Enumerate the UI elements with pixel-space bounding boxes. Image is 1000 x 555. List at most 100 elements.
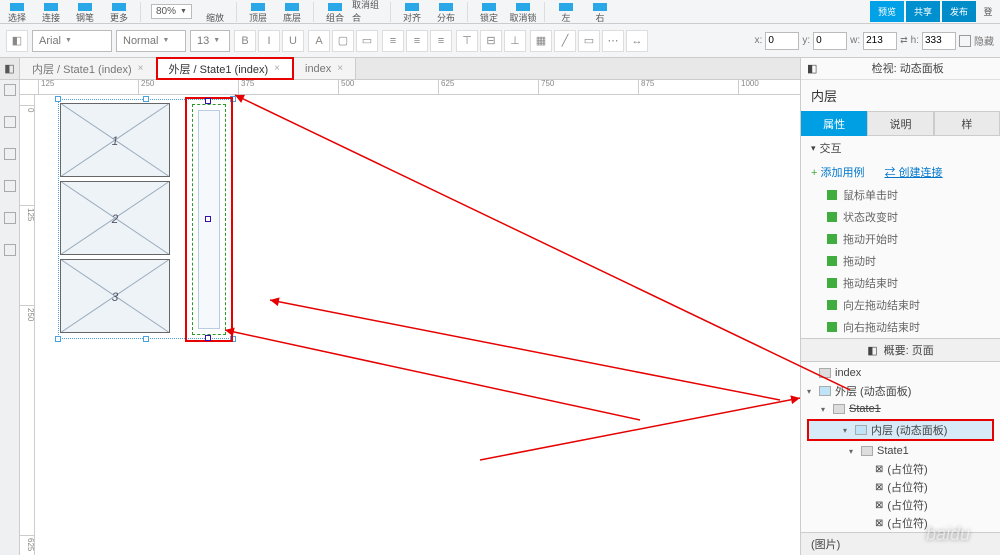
- selected-panel-highlight[interactable]: [185, 97, 233, 342]
- login-button[interactable]: 登: [976, 5, 1000, 18]
- ribbon-底层[interactable]: 底层: [275, 0, 309, 24]
- inspector-tab-样[interactable]: 样: [934, 111, 1000, 137]
- tool-icon[interactable]: [4, 212, 16, 224]
- align-right-button[interactable]: ≡: [430, 30, 452, 52]
- font-size-dropdown[interactable]: 13▼: [190, 30, 230, 52]
- close-icon[interactable]: ×: [138, 63, 144, 74]
- line-button[interactable]: ╱: [554, 30, 576, 52]
- inspector-header: ◧检视: 动态面板: [801, 58, 1000, 80]
- event-icon: [827, 300, 837, 310]
- widget-name[interactable]: 内层: [801, 80, 1000, 111]
- border-button[interactable]: ▭: [578, 30, 600, 52]
- hidden-checkbox[interactable]: [959, 35, 971, 47]
- ribbon-toolbar: 选择连接钢笔更多80%▼缩放顶层底层组合取消组合对齐分布锁定取消锁左右 预览共享…: [0, 0, 1000, 24]
- event-icon: [827, 256, 837, 266]
- tool-icon[interactable]: [4, 244, 16, 256]
- left-tool-column: [0, 80, 20, 555]
- ribbon-分布[interactable]: 分布: [429, 0, 463, 24]
- outline-header: ◧概要: 页面: [801, 338, 1000, 362]
- font-family-dropdown[interactable]: Arial▼: [32, 30, 112, 52]
- placeholder-widget[interactable]: 1: [60, 103, 170, 177]
- close-icon[interactable]: ×: [274, 63, 280, 74]
- tree-node[interactable]: ⊠(占位符): [801, 514, 1000, 532]
- ribbon-钢笔[interactable]: 钢笔: [68, 0, 102, 24]
- format-bar: ◧ Arial▼ Normal▼ 13▼ B I U A ▢ ▭ ≡ ≡ ≡ ⊤…: [0, 24, 1000, 58]
- event-向右拖动结束时[interactable]: 向右拖动结束时: [801, 316, 1000, 338]
- outline-bottom: (图片): [801, 532, 1000, 555]
- tree-node[interactable]: ▾State1: [801, 442, 1000, 460]
- fill-button[interactable]: ▦: [530, 30, 552, 52]
- create-link-link[interactable]: ⇄ 创建连接: [884, 164, 942, 180]
- svg-text:3: 3: [112, 291, 119, 304]
- tool-icon[interactable]: [4, 116, 16, 128]
- tree-node[interactable]: ⊠(占位符): [801, 478, 1000, 496]
- event-状态改变时[interactable]: 状态改变时: [801, 206, 1000, 228]
- watermark: baidu: [926, 524, 970, 545]
- ribbon-组合[interactable]: 组合: [318, 0, 352, 24]
- x-input[interactable]: [765, 32, 799, 50]
- panel-toggle-icon[interactable]: ◧: [6, 30, 28, 52]
- document-tab[interactable]: 内层 / State1 (index)×: [20, 58, 157, 79]
- ribbon-选择[interactable]: 选择: [0, 0, 34, 24]
- document-tab[interactable]: 外层 / State1 (index)×: [157, 58, 294, 79]
- document-tab[interactable]: index×: [293, 58, 356, 79]
- tool-icon[interactable]: [4, 84, 16, 96]
- ribbon-连接[interactable]: 连接: [34, 0, 68, 24]
- ops-button[interactable]: ⋯: [602, 30, 624, 52]
- tree-node[interactable]: ▾State1: [801, 400, 1000, 418]
- event-拖动时[interactable]: 拖动时: [801, 250, 1000, 272]
- tree-node[interactable]: ⊠(占位符): [801, 496, 1000, 514]
- tree-node[interactable]: ▾内层 (动态面板): [809, 421, 992, 439]
- align-center-button[interactable]: ≡: [406, 30, 428, 52]
- valign-top-button[interactable]: ⊤: [456, 30, 478, 52]
- arrow-button[interactable]: ↔: [626, 30, 648, 52]
- ribbon-锁定[interactable]: 锁定: [472, 0, 506, 24]
- event-icon: [827, 212, 837, 222]
- event-向左拖动结束时[interactable]: 向左拖动结束时: [801, 294, 1000, 316]
- w-input[interactable]: [863, 32, 897, 50]
- ribbon-更多[interactable]: 更多: [102, 0, 136, 24]
- h-input[interactable]: [922, 32, 956, 50]
- italic-button[interactable]: I: [258, 30, 280, 52]
- inspector-tab-说明[interactable]: 说明: [867, 111, 933, 137]
- border-color-button[interactable]: ▭: [356, 30, 378, 52]
- ribbon-预览[interactable]: 预览: [870, 1, 904, 22]
- underline-button[interactable]: U: [282, 30, 304, 52]
- placeholder-widget[interactable]: 2: [60, 181, 170, 255]
- valign-bottom-button[interactable]: ⊥: [504, 30, 526, 52]
- align-left-button[interactable]: ≡: [382, 30, 404, 52]
- tabs-left-tool[interactable]: ◧: [0, 58, 20, 79]
- event-拖动结束时[interactable]: 拖动结束时: [801, 272, 1000, 294]
- tree-node[interactable]: index: [801, 364, 1000, 382]
- tree-node[interactable]: ▾外层 (动态面板): [801, 382, 1000, 400]
- ribbon-对齐[interactable]: 对齐: [395, 0, 429, 24]
- close-icon[interactable]: ×: [337, 63, 343, 74]
- ribbon-右[interactable]: 右: [583, 0, 617, 24]
- inspector-panel: ◧检视: 动态面板 内层 属性说明样 ▾交互 添加用例 ⇄ 创建连接 鼠标单击时…: [800, 58, 1000, 555]
- ribbon-共享[interactable]: 共享: [906, 1, 940, 22]
- placeholder-widget[interactable]: 3: [60, 259, 170, 333]
- ribbon-取消组合[interactable]: 取消组合: [352, 0, 386, 24]
- svg-text:2: 2: [111, 213, 119, 226]
- text-color-button[interactable]: A: [308, 30, 330, 52]
- ribbon-左[interactable]: 左: [549, 0, 583, 24]
- add-case-link[interactable]: 添加用例: [811, 164, 864, 180]
- tree-node[interactable]: ⊠(占位符): [801, 460, 1000, 478]
- canvas[interactable]: 1 2 3: [35, 95, 800, 555]
- tool-icon[interactable]: [4, 148, 16, 160]
- bold-button[interactable]: B: [234, 30, 256, 52]
- ribbon-顶层[interactable]: 顶层: [241, 0, 275, 24]
- section-interaction[interactable]: ▾交互: [801, 136, 1000, 160]
- event-拖动开始时[interactable]: 拖动开始时: [801, 228, 1000, 250]
- inspector-tab-属性[interactable]: 属性: [801, 111, 867, 137]
- zoom-dropdown[interactable]: 80%▼: [151, 4, 192, 19]
- tool-icon[interactable]: [4, 180, 16, 192]
- event-icon: [827, 234, 837, 244]
- y-input[interactable]: [813, 32, 847, 50]
- ribbon-发布[interactable]: 发布: [942, 1, 976, 22]
- valign-middle-button[interactable]: ⊟: [480, 30, 502, 52]
- event-鼠标单击时[interactable]: 鼠标单击时: [801, 184, 1000, 206]
- font-weight-dropdown[interactable]: Normal▼: [116, 30, 186, 52]
- fill-color-button[interactable]: ▢: [332, 30, 354, 52]
- ribbon-取消锁[interactable]: 取消锁: [506, 0, 540, 24]
